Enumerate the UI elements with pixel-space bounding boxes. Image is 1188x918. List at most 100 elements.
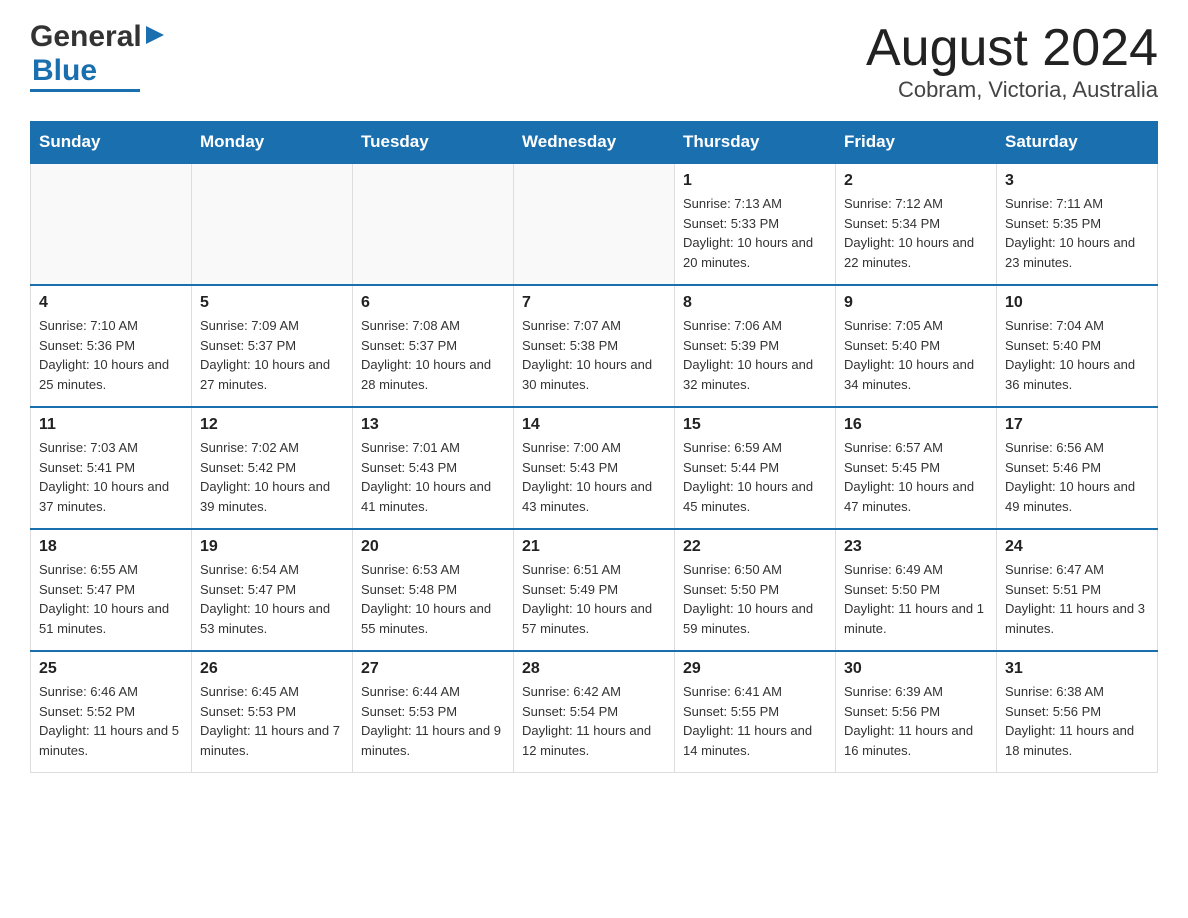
calendar-cell: [31, 163, 192, 285]
logo-flag-icon: [144, 24, 166, 51]
calendar-cell: 30 Sunrise: 6:39 AM Sunset: 5:56 PM Dayli…: [836, 651, 997, 773]
calendar-cell: 9 Sunrise: 7:05 AM Sunset: 5:40 PM Daylig…: [836, 285, 997, 407]
calendar-cell: 31Sunrise: 6:38 AM Sunset: 5:56 PM Dayli…: [997, 651, 1158, 773]
column-header-saturday: Saturday: [997, 122, 1158, 164]
day-info: Sunrise: 7:05 AM Sunset: 5:40 PM Dayligh…: [844, 316, 988, 394]
logo-underline: [30, 89, 140, 92]
day-number: 31: [1005, 660, 1149, 678]
column-header-sunday: Sunday: [31, 122, 192, 164]
calendar-cell: 11 Sunrise: 7:03 AM Sunset: 5:41 PM Dayli…: [31, 407, 192, 529]
logo: General Blue: [30, 20, 166, 92]
column-header-monday: Monday: [192, 122, 353, 164]
day-info: Sunrise: 6:55 AM Sunset: 5:47 PM Dayligh…: [39, 560, 183, 638]
column-header-thursday: Thursday: [675, 122, 836, 164]
calendar-cell: 21Sunrise: 6:51 AM Sunset: 5:49 PM Dayli…: [514, 529, 675, 651]
logo-general-text: General: [30, 20, 142, 54]
day-info: Sunrise: 7:10 AM Sunset: 5:36 PM Dayligh…: [39, 316, 183, 394]
calendar-cell: 10 Sunrise: 7:04 AM Sunset: 5:40 PM Dayli…: [997, 285, 1158, 407]
calendar-cell: 20 Sunrise: 6:53 AM Sunset: 5:48 PM Dayli…: [353, 529, 514, 651]
calendar-body: 1 Sunrise: 7:13 AM Sunset: 5:33 PM Daylig…: [31, 163, 1158, 773]
day-number: 28: [522, 660, 666, 678]
day-number: 5: [200, 294, 344, 312]
day-number: 10: [1005, 294, 1149, 312]
day-info: Sunrise: 7:11 AM Sunset: 5:35 PM Dayligh…: [1005, 194, 1149, 272]
calendar-cell: 18 Sunrise: 6:55 AM Sunset: 5:47 PM Dayli…: [31, 529, 192, 651]
page-subtitle: Cobram, Victoria, Australia: [866, 77, 1158, 103]
day-number: 4: [39, 294, 183, 312]
column-header-wednesday: Wednesday: [514, 122, 675, 164]
day-number: 6: [361, 294, 505, 312]
day-number: 11: [39, 416, 183, 434]
day-number: 15: [683, 416, 827, 434]
calendar-cell: 1 Sunrise: 7:13 AM Sunset: 5:33 PM Daylig…: [675, 163, 836, 285]
column-header-tuesday: Tuesday: [353, 122, 514, 164]
day-number: 21: [522, 538, 666, 556]
calendar-cell: 6 Sunrise: 7:08 AM Sunset: 5:37 PM Daylig…: [353, 285, 514, 407]
calendar-cell: 25 Sunrise: 6:46 AM Sunset: 5:52 PM Dayli…: [31, 651, 192, 773]
calendar-week-2: 4 Sunrise: 7:10 AM Sunset: 5:36 PM Daylig…: [31, 285, 1158, 407]
day-info: Sunrise: 6:45 AM Sunset: 5:53 PM Dayligh…: [200, 682, 344, 760]
calendar-cell: 5 Sunrise: 7:09 AM Sunset: 5:37 PM Daylig…: [192, 285, 353, 407]
day-info: Sunrise: 6:46 AM Sunset: 5:52 PM Dayligh…: [39, 682, 183, 760]
day-info: Sunrise: 7:12 AM Sunset: 5:34 PM Dayligh…: [844, 194, 988, 272]
day-number: 18: [39, 538, 183, 556]
day-info: Sunrise: 7:00 AM Sunset: 5:43 PM Dayligh…: [522, 438, 666, 516]
day-number: 25: [39, 660, 183, 678]
day-number: 3: [1005, 172, 1149, 190]
day-info: Sunrise: 7:07 AM Sunset: 5:38 PM Dayligh…: [522, 316, 666, 394]
calendar-cell: 2Sunrise: 7:12 AM Sunset: 5:34 PM Daylig…: [836, 163, 997, 285]
calendar-week-5: 25 Sunrise: 6:46 AM Sunset: 5:52 PM Dayli…: [31, 651, 1158, 773]
calendar-cell: 15Sunrise: 6:59 AM Sunset: 5:44 PM Dayli…: [675, 407, 836, 529]
day-number: 23: [844, 538, 988, 556]
calendar-cell: 14 Sunrise: 7:00 AM Sunset: 5:43 PM Dayli…: [514, 407, 675, 529]
calendar-cell: [514, 163, 675, 285]
calendar-week-1: 1 Sunrise: 7:13 AM Sunset: 5:33 PM Daylig…: [31, 163, 1158, 285]
day-info: Sunrise: 7:01 AM Sunset: 5:43 PM Dayligh…: [361, 438, 505, 516]
day-info: Sunrise: 7:08 AM Sunset: 5:37 PM Dayligh…: [361, 316, 505, 394]
calendar-cell: 29Sunrise: 6:41 AM Sunset: 5:55 PM Dayli…: [675, 651, 836, 773]
calendar-cell: 8Sunrise: 7:06 AM Sunset: 5:39 PM Daylig…: [675, 285, 836, 407]
day-number: 20: [361, 538, 505, 556]
day-info: Sunrise: 7:03 AM Sunset: 5:41 PM Dayligh…: [39, 438, 183, 516]
day-info: Sunrise: 6:57 AM Sunset: 5:45 PM Dayligh…: [844, 438, 988, 516]
logo-blue-text: Blue: [32, 54, 97, 88]
day-number: 12: [200, 416, 344, 434]
calendar-cell: 17Sunrise: 6:56 AM Sunset: 5:46 PM Dayli…: [997, 407, 1158, 529]
day-info: Sunrise: 6:41 AM Sunset: 5:55 PM Dayligh…: [683, 682, 827, 760]
day-number: 13: [361, 416, 505, 434]
calendar-cell: [192, 163, 353, 285]
day-number: 1: [683, 172, 827, 190]
calendar-cell: 27 Sunrise: 6:44 AM Sunset: 5:53 PM Dayli…: [353, 651, 514, 773]
day-number: 27: [361, 660, 505, 678]
day-info: Sunrise: 6:44 AM Sunset: 5:53 PM Dayligh…: [361, 682, 505, 760]
calendar-cell: 4 Sunrise: 7:10 AM Sunset: 5:36 PM Daylig…: [31, 285, 192, 407]
day-number: 26: [200, 660, 344, 678]
calendar-cell: 16 Sunrise: 6:57 AM Sunset: 5:45 PM Dayli…: [836, 407, 997, 529]
day-info: Sunrise: 6:39 AM Sunset: 5:56 PM Dayligh…: [844, 682, 988, 760]
day-info: Sunrise: 7:04 AM Sunset: 5:40 PM Dayligh…: [1005, 316, 1149, 394]
day-info: Sunrise: 6:53 AM Sunset: 5:48 PM Dayligh…: [361, 560, 505, 638]
day-info: Sunrise: 6:42 AM Sunset: 5:54 PM Dayligh…: [522, 682, 666, 760]
calendar-cell: 22Sunrise: 6:50 AM Sunset: 5:50 PM Dayli…: [675, 529, 836, 651]
day-number: 19: [200, 538, 344, 556]
day-number: 17: [1005, 416, 1149, 434]
day-info: Sunrise: 7:13 AM Sunset: 5:33 PM Dayligh…: [683, 194, 827, 272]
day-info: Sunrise: 6:47 AM Sunset: 5:51 PM Dayligh…: [1005, 560, 1149, 638]
day-info: Sunrise: 6:49 AM Sunset: 5:50 PM Dayligh…: [844, 560, 988, 638]
calendar-cell: 13 Sunrise: 7:01 AM Sunset: 5:43 PM Dayli…: [353, 407, 514, 529]
day-info: Sunrise: 7:02 AM Sunset: 5:42 PM Dayligh…: [200, 438, 344, 516]
calendar-header: SundayMondayTuesdayWednesdayThursdayFrid…: [31, 122, 1158, 164]
page-header: General Blue August 2024 Cobram, Victori…: [30, 20, 1158, 103]
calendar-table: SundayMondayTuesdayWednesdayThursdayFrid…: [30, 121, 1158, 773]
calendar-cell: 3 Sunrise: 7:11 AM Sunset: 5:35 PM Daylig…: [997, 163, 1158, 285]
day-number: 30: [844, 660, 988, 678]
day-number: 16: [844, 416, 988, 434]
day-number: 24: [1005, 538, 1149, 556]
day-number: 14: [522, 416, 666, 434]
column-header-friday: Friday: [836, 122, 997, 164]
day-number: 9: [844, 294, 988, 312]
calendar-week-4: 18 Sunrise: 6:55 AM Sunset: 5:47 PM Dayli…: [31, 529, 1158, 651]
day-info: Sunrise: 6:54 AM Sunset: 5:47 PM Dayligh…: [200, 560, 344, 638]
calendar-cell: 7Sunrise: 7:07 AM Sunset: 5:38 PM Daylig…: [514, 285, 675, 407]
day-info: Sunrise: 7:09 AM Sunset: 5:37 PM Dayligh…: [200, 316, 344, 394]
